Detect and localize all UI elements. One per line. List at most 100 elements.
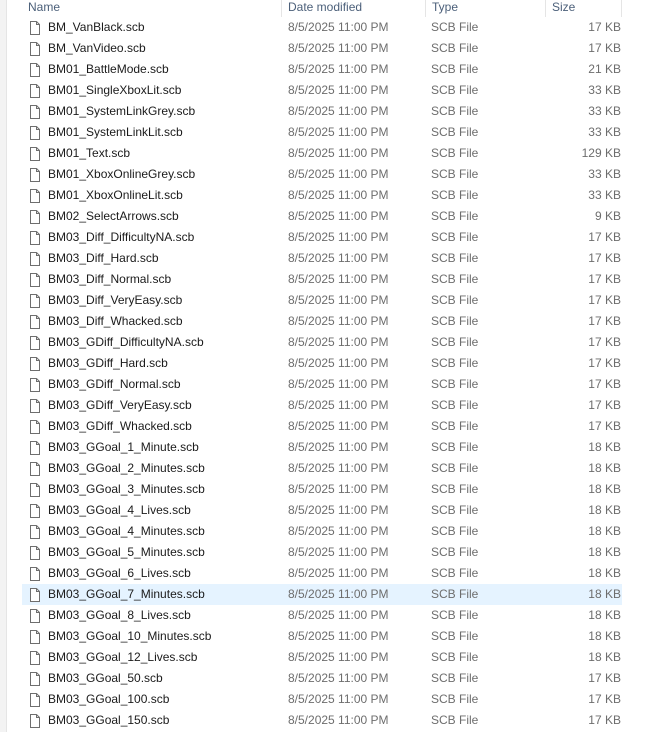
generic-file-icon bbox=[30, 230, 40, 245]
file-row[interactable]: BM01_SystemLinkLit.scb 8/5/2025 11:00 PM S… bbox=[22, 122, 622, 143]
file-name-cell[interactable]: BM01_SystemLinkLit.scb bbox=[23, 122, 283, 143]
file-name-cell[interactable]: BM03_Diff_Normal.scb bbox=[23, 269, 283, 290]
column-header-type[interactable]: Type bbox=[426, 0, 546, 17]
file-row[interactable]: BM03_GGoal_4_Minutes.scb 8/5/2025 11:00 P… bbox=[22, 521, 622, 542]
file-name-cell[interactable]: BM03_GDiff_DifficultyNA.scb bbox=[23, 332, 283, 353]
file-size: 18 KB bbox=[588, 461, 621, 475]
generic-file-icon bbox=[30, 146, 40, 161]
file-size: 17 KB bbox=[588, 419, 621, 433]
file-name-cell[interactable]: BM01_SingleXboxLit.scb bbox=[23, 80, 283, 101]
file-name-cell[interactable]: BM03_GDiff_Normal.scb bbox=[23, 374, 283, 395]
file-row[interactable]: BM01_Text.scb 8/5/2025 11:00 PM SCB File 12… bbox=[22, 143, 622, 164]
file-name-cell[interactable]: BM03_GGoal_4_Minutes.scb bbox=[23, 521, 283, 542]
file-name-cell[interactable]: BM02_SelectArrows.scb bbox=[23, 206, 283, 227]
file-name-cell[interactable]: BM03_GGoal_2_Minutes.scb bbox=[23, 458, 283, 479]
file-name-cell[interactable]: BM03_GGoal_1_Minute.scb bbox=[23, 437, 283, 458]
file-name: BM03_GGoal_5_Minutes.scb bbox=[48, 545, 205, 559]
file-name-cell[interactable]: BM03_GGoal_4_Lives.scb bbox=[23, 500, 283, 521]
file-date-modified: 8/5/2025 11:00 PM bbox=[288, 335, 389, 349]
file-row[interactable]: BM03_GDiff_DifficultyNA.scb 8/5/2025 11:0… bbox=[22, 332, 622, 353]
file-name-cell[interactable]: BM03_Diff_DifficultyNA.scb bbox=[23, 227, 283, 248]
file-name: BM03_GGoal_4_Minutes.scb bbox=[48, 524, 205, 538]
file-name-cell[interactable]: BM01_SystemLinkGrey.scb bbox=[23, 101, 283, 122]
file-row[interactable]: BM03_GGoal_1_Minute.scb 8/5/2025 11:00 PM… bbox=[22, 437, 622, 458]
file-row[interactable]: BM_VanVideo.scb 8/5/2025 11:00 PM SCB File… bbox=[22, 38, 622, 59]
file-row[interactable]: BM01_SystemLinkGrey.scb 8/5/2025 11:00 PM… bbox=[22, 101, 622, 122]
file-date-modified: 8/5/2025 11:00 PM bbox=[288, 398, 389, 412]
file-type: SCB File bbox=[431, 440, 479, 454]
file-date-modified: 8/5/2025 11:00 PM bbox=[288, 650, 389, 664]
file-name: BM03_GGoal_100.scb bbox=[48, 692, 170, 706]
file-date-modified: 8/5/2025 11:00 PM bbox=[288, 482, 389, 496]
file-type: SCB File bbox=[431, 314, 479, 328]
file-type: SCB File bbox=[431, 545, 479, 559]
file-name-cell[interactable]: BM03_GGoal_5_Minutes.scb bbox=[23, 542, 283, 563]
file-row[interactable]: BM03_GDiff_Normal.scb 8/5/2025 11:00 PM SC… bbox=[22, 374, 622, 395]
file-row[interactable]: BM03_GGoal_8_Lives.scb 8/5/2025 11:00 PM S… bbox=[22, 605, 622, 626]
file-name-cell[interactable]: BM03_Diff_Whacked.scb bbox=[23, 311, 283, 332]
file-row[interactable]: BM03_GGoal_2_Minutes.scb 8/5/2025 11:00 P… bbox=[22, 458, 622, 479]
file-name-cell[interactable]: BM03_Diff_VeryEasy.scb bbox=[23, 290, 283, 311]
file-size: 33 KB bbox=[588, 83, 621, 97]
file-size: 18 KB bbox=[588, 650, 621, 664]
file-row[interactable]: BM03_Diff_Normal.scb 8/5/2025 11:00 PM SCB… bbox=[22, 269, 622, 290]
file-row[interactable]: BM01_SingleXboxLit.scb 8/5/2025 11:00 PM S… bbox=[22, 80, 622, 101]
file-name: BM03_Diff_VeryEasy.scb bbox=[48, 293, 183, 307]
file-name-cell[interactable]: BM03_GGoal_150.scb bbox=[23, 710, 283, 731]
file-name: BM03_GGoal_10_Minutes.scb bbox=[48, 629, 212, 643]
file-name-cell[interactable]: BM_VanVideo.scb bbox=[23, 38, 283, 59]
file-row[interactable]: BM03_GGoal_10_Minutes.scb 8/5/2025 11:00 … bbox=[22, 626, 622, 647]
file-type: SCB File bbox=[431, 209, 479, 223]
file-row[interactable]: BM01_XboxOnlineLit.scb 8/5/2025 11:00 PM S… bbox=[22, 185, 622, 206]
file-name-cell[interactable]: BM03_GGoal_50.scb bbox=[23, 668, 283, 689]
file-name-cell[interactable]: BM01_XboxOnlineLit.scb bbox=[23, 185, 283, 206]
column-header-name[interactable]: Name bbox=[22, 0, 282, 17]
file-name-cell[interactable]: BM01_XboxOnlineGrey.scb bbox=[23, 164, 283, 185]
file-name-cell[interactable]: BM03_Diff_Hard.scb bbox=[23, 248, 283, 269]
file-row[interactable]: BM03_GGoal_4_Lives.scb 8/5/2025 11:00 PM S… bbox=[22, 500, 622, 521]
file-row[interactable]: BM03_Diff_Hard.scb 8/5/2025 11:00 PM SCB F… bbox=[22, 248, 622, 269]
file-name-cell[interactable]: BM03_GDiff_Whacked.scb bbox=[23, 416, 283, 437]
file-size: 17 KB bbox=[588, 671, 621, 685]
file-name-cell[interactable]: BM03_GGoal_6_Lives.scb bbox=[23, 563, 283, 584]
file-name: BM01_SystemLinkGrey.scb bbox=[48, 104, 196, 118]
file-row[interactable]: BM03_GGoal_150.scb 8/5/2025 11:00 PM SCB F… bbox=[22, 710, 622, 731]
file-type: SCB File bbox=[431, 41, 479, 55]
file-name-cell[interactable]: BM03_GGoal_12_Lives.scb bbox=[23, 647, 283, 668]
file-row[interactable]: BM03_GGoal_50.scb 8/5/2025 11:00 PM SCB Fi… bbox=[22, 668, 622, 689]
file-row[interactable]: BM03_Diff_VeryEasy.scb 8/5/2025 11:00 PM S… bbox=[22, 290, 622, 311]
file-row[interactable]: BM03_GGoal_12_Lives.scb 8/5/2025 11:00 PM… bbox=[22, 647, 622, 668]
file-row[interactable]: BM03_GDiff_Whacked.scb 8/5/2025 11:00 PM S… bbox=[22, 416, 622, 437]
file-name-cell[interactable]: BM01_Text.scb bbox=[23, 143, 283, 164]
file-row[interactable]: BM03_Diff_DifficultyNA.scb 8/5/2025 11:00… bbox=[22, 227, 622, 248]
file-row[interactable]: BM03_GGoal_7_Minutes.scb 8/5/2025 11:00 P… bbox=[22, 584, 622, 605]
file-row[interactable]: BM01_XboxOnlineGrey.scb 8/5/2025 11:00 PM… bbox=[22, 164, 622, 185]
file-row[interactable]: BM03_Diff_Whacked.scb 8/5/2025 11:00 PM SC… bbox=[22, 311, 622, 332]
file-name-cell[interactable]: BM03_GGoal_7_Minutes.scb bbox=[23, 584, 283, 605]
file-size: 17 KB bbox=[588, 230, 621, 244]
file-row[interactable]: BM01_BattleMode.scb 8/5/2025 11:00 PM SCB … bbox=[22, 59, 622, 80]
file-date-modified: 8/5/2025 11:00 PM bbox=[288, 83, 389, 97]
file-row[interactable]: BM03_GDiff_VeryEasy.scb 8/5/2025 11:00 PM… bbox=[22, 395, 622, 416]
file-row[interactable]: BM_VanBlack.scb 8/5/2025 11:00 PM SCB File… bbox=[22, 17, 622, 38]
file-row[interactable]: BM03_GDiff_Hard.scb 8/5/2025 11:00 PM SCB … bbox=[22, 353, 622, 374]
file-size: 17 KB bbox=[588, 293, 621, 307]
file-row[interactable]: BM02_SelectArrows.scb 8/5/2025 11:00 PM SC… bbox=[22, 206, 622, 227]
file-name-cell[interactable]: BM03_GDiff_VeryEasy.scb bbox=[23, 395, 283, 416]
file-row[interactable]: BM03_GGoal_6_Lives.scb 8/5/2025 11:00 PM S… bbox=[22, 563, 622, 584]
file-name-cell[interactable]: BM_VanBlack.scb bbox=[23, 17, 283, 38]
file-name-cell[interactable]: BM03_GGoal_10_Minutes.scb bbox=[23, 626, 283, 647]
file-name-cell[interactable]: BM03_GGoal_8_Lives.scb bbox=[23, 605, 283, 626]
file-row[interactable]: BM03_GGoal_5_Minutes.scb 8/5/2025 11:00 P… bbox=[22, 542, 622, 563]
navigation-pane-edge[interactable] bbox=[0, 0, 7, 732]
file-name-cell[interactable]: BM01_BattleMode.scb bbox=[23, 59, 283, 80]
column-header-date-modified[interactable]: Date modified bbox=[282, 0, 426, 17]
file-name-cell[interactable]: BM03_GGoal_3_Minutes.scb bbox=[23, 479, 283, 500]
file-row[interactable]: BM03_GGoal_3_Minutes.scb 8/5/2025 11:00 P… bbox=[22, 479, 622, 500]
file-name-cell[interactable]: BM03_GDiff_Hard.scb bbox=[23, 353, 283, 374]
column-header-size[interactable]: Size bbox=[546, 0, 622, 17]
file-date-modified: 8/5/2025 11:00 PM bbox=[288, 713, 389, 727]
file-row[interactable]: BM03_GGoal_100.scb 8/5/2025 11:00 PM SCB F… bbox=[22, 689, 622, 710]
file-name-cell[interactable]: BM03_GGoal_100.scb bbox=[23, 689, 283, 710]
file-name: BM01_XboxOnlineLit.scb bbox=[48, 188, 183, 202]
